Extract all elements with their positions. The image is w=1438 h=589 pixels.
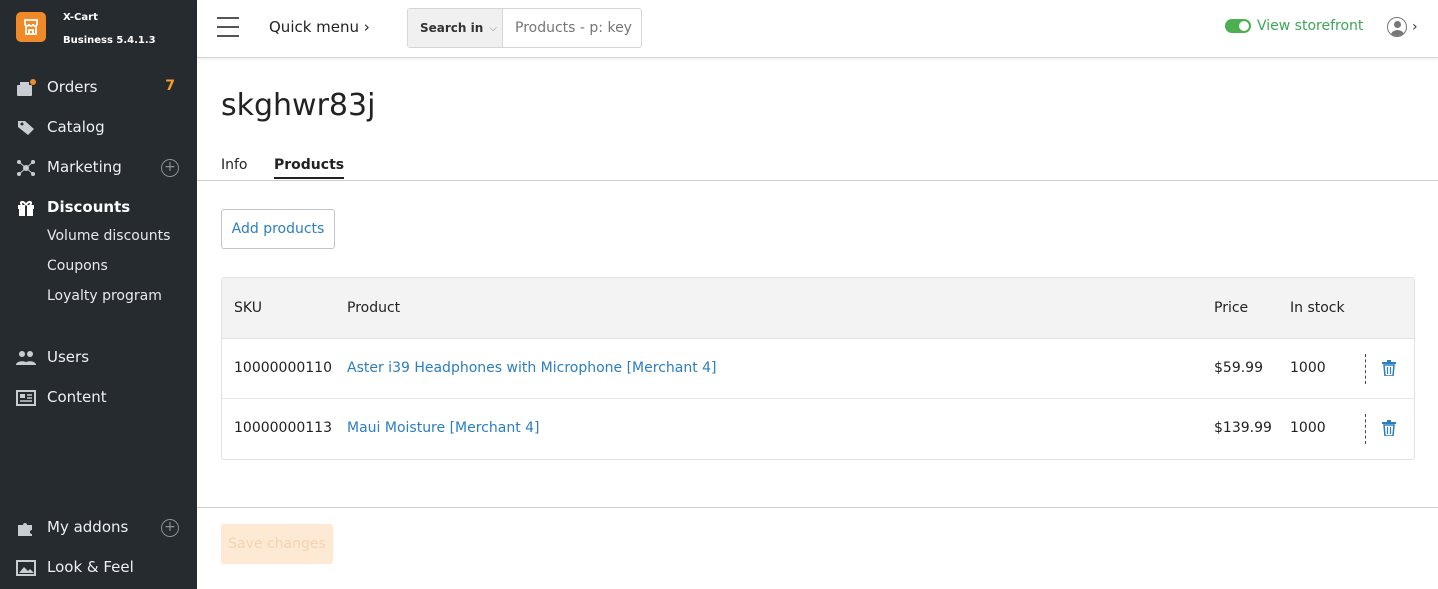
sku-cell: 10000000110: [234, 360, 332, 376]
user-avatar-icon: [1387, 17, 1407, 37]
users-icon: [16, 349, 36, 367]
sidebar-item-orders[interactable]: Orders 7: [0, 73, 197, 103]
puzzle-icon: [16, 519, 36, 537]
sidebar-item-loyalty-program[interactable]: Loyalty program: [0, 283, 197, 313]
add-products-button[interactable]: Add products: [221, 209, 335, 249]
sidebar-item-label: Catalog: [47, 118, 105, 136]
sidebar: X-Cart Business 5.4.1.3 Orders 7 Catalog…: [0, 0, 197, 589]
tab-products[interactable]: Products: [274, 157, 345, 179]
sidebar-item-my-addons[interactable]: My addons +: [0, 513, 197, 543]
column-header-in-stock[interactable]: In stock: [1290, 300, 1345, 316]
sidebar-item-volume-discounts[interactable]: Volume discounts: [0, 223, 197, 253]
sidebar-item-content[interactable]: Content: [0, 383, 197, 413]
brand[interactable]: X-Cart Business 5.4.1.3: [0, 0, 197, 57]
brand-name: X-Cart: [63, 12, 98, 23]
orders-icon: [16, 79, 36, 97]
brand-version: Business 5.4.1.3: [63, 35, 156, 46]
stock-cell: 1000: [1290, 420, 1326, 436]
sku-cell: 10000000113: [234, 420, 332, 436]
sidebar-item-label: Orders: [47, 78, 98, 96]
sidebar-item-label: Discounts: [47, 198, 131, 216]
view-storefront-label: View storefront: [1257, 18, 1364, 34]
sidebar-item-look-and-feel[interactable]: Look & Feel: [0, 553, 197, 583]
sidebar-item-label: Coupons: [47, 258, 108, 274]
top-bar: Quick menu › Search in ⌵ View storefront…: [197, 0, 1438, 58]
sidebar-item-marketing[interactable]: Marketing +: [0, 153, 197, 183]
chevron-down-icon: ⌵: [489, 22, 497, 34]
table-row: 10000000113 Maui Moisture [Merchant 4] $…: [222, 399, 1414, 459]
image-icon: [16, 559, 36, 577]
table-header: SKU Product Price In stock: [222, 278, 1414, 339]
add-addon-icon[interactable]: +: [161, 519, 179, 537]
orders-count-badge: 7: [165, 78, 175, 94]
tabs: Info Products: [197, 157, 1438, 181]
products-table: SKU Product Price In stock 10000000110 A…: [221, 277, 1415, 460]
save-changes-button[interactable]: Save changes: [221, 524, 333, 564]
content-icon: [16, 389, 36, 407]
sidebar-item-label: My addons: [47, 518, 129, 536]
footer-divider: [197, 507, 1438, 508]
search-in-label: Search in: [420, 21, 484, 35]
search-box: Search in ⌵: [407, 8, 642, 48]
chevron-right-icon: ›: [1412, 19, 1418, 35]
view-storefront-toggle[interactable]: View storefront: [1225, 18, 1363, 34]
sidebar-item-label: Content: [47, 388, 107, 406]
sidebar-item-label: Loyalty program: [47, 288, 162, 304]
sidebar-item-label: Users: [47, 348, 90, 366]
marketing-icon: [16, 159, 36, 177]
user-menu[interactable]: ›: [1387, 17, 1418, 37]
tag-icon: [16, 119, 36, 137]
price-cell: $59.99: [1214, 360, 1263, 376]
price-cell: $139.99: [1214, 420, 1272, 436]
tab-info[interactable]: Info: [221, 157, 248, 177]
quick-menu-button[interactable]: Quick menu ›: [269, 18, 370, 36]
search-in-dropdown[interactable]: Search in ⌵: [408, 9, 503, 47]
page-title: skghwr83j: [221, 88, 376, 123]
sidebar-item-label: Marketing: [47, 158, 122, 176]
product-link[interactable]: Maui Moisture [Merchant 4]: [347, 420, 540, 436]
sidebar-item-discounts[interactable]: Discounts: [0, 193, 197, 223]
stock-cell: 1000: [1290, 360, 1326, 376]
trash-icon[interactable]: [1382, 420, 1396, 437]
search-input[interactable]: [503, 9, 641, 47]
sidebar-item-catalog[interactable]: Catalog: [0, 113, 197, 143]
trash-icon[interactable]: [1382, 360, 1396, 377]
sidebar-item-label: Volume discounts: [47, 228, 171, 244]
gift-icon: [16, 199, 36, 217]
sidebar-item-users[interactable]: Users: [0, 343, 197, 373]
toggle-on-icon: [1225, 19, 1251, 33]
column-header-price[interactable]: Price: [1214, 300, 1248, 316]
column-header-product[interactable]: Product: [347, 300, 400, 316]
add-marketing-icon[interactable]: +: [161, 159, 179, 177]
column-header-sku[interactable]: SKU: [234, 300, 262, 316]
table-row: 10000000110 Aster i39 Headphones with Mi…: [222, 339, 1414, 399]
xcart-logo-icon: [16, 12, 46, 42]
hamburger-menu-icon[interactable]: [217, 17, 239, 37]
row-divider: [1365, 414, 1366, 444]
sidebar-item-coupons[interactable]: Coupons: [0, 253, 197, 283]
row-divider: [1365, 354, 1366, 384]
sidebar-item-label: Look & Feel: [47, 558, 134, 576]
product-link[interactable]: Aster i39 Headphones with Microphone [Me…: [347, 360, 717, 376]
